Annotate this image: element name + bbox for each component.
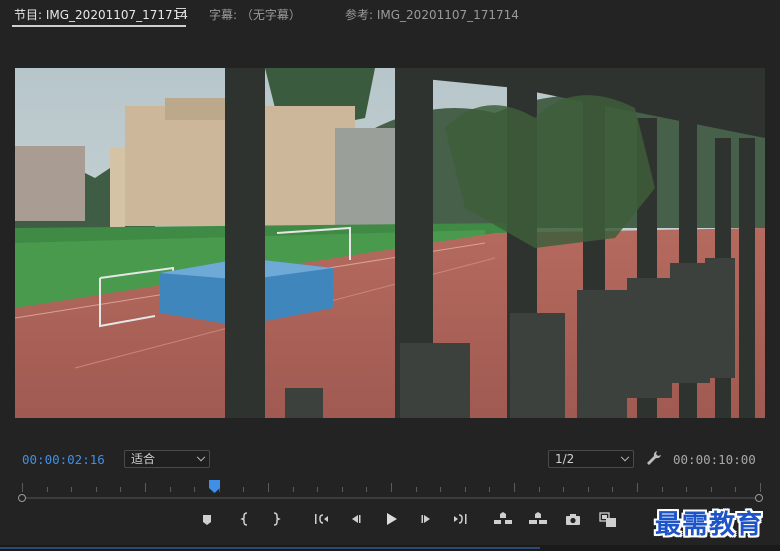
tab-reference[interactable]: 参考: IMG_20201107_171714 (345, 6, 519, 23)
fit-zoom-select[interactable]: 适合 (124, 450, 210, 468)
ruler-tick (71, 487, 72, 492)
ruler-tick (243, 487, 244, 492)
comparison-view-button[interactable] (597, 512, 619, 532)
step-forward-icon (421, 515, 430, 523)
video-frame-image (15, 68, 765, 418)
ruler-tick (612, 487, 613, 492)
ruler-tick (317, 487, 318, 492)
ruler-tick (366, 487, 367, 492)
ruler-tick (514, 483, 515, 492)
play-button[interactable] (380, 512, 402, 532)
tab-captions[interactable]: 字幕: （无字幕） (209, 6, 301, 23)
mark-out-button[interactable] (265, 512, 287, 532)
ruler-tick (489, 487, 490, 492)
ruler-tick (293, 487, 294, 492)
mark-in-button[interactable] (234, 512, 256, 532)
wrench-icon[interactable] (646, 450, 662, 466)
zoom-scrollbar[interactable] (18, 494, 763, 502)
add-marker-button[interactable] (196, 512, 218, 532)
hamburger-menu-icon[interactable] (176, 8, 186, 17)
play-icon (387, 513, 397, 525)
watermark-logo: 最需教育 (655, 510, 764, 540)
marker-icon (203, 515, 211, 525)
ruler-tick (440, 487, 441, 492)
step-back-icon (352, 515, 361, 523)
go-to-out-button[interactable] (449, 512, 471, 532)
mark-in-icon (240, 512, 248, 526)
ruler-tick (711, 487, 712, 492)
ruler-tick (539, 487, 540, 492)
chevron-down-icon (196, 452, 206, 462)
lift-icon (494, 512, 512, 524)
ruler-tick (662, 487, 663, 492)
go-to-in-icon (315, 514, 328, 524)
ruler-tick (47, 487, 48, 492)
ruler-tick (686, 487, 687, 492)
ruler-tick (465, 487, 466, 492)
step-forward-button[interactable] (415, 512, 437, 532)
program-monitor-video-frame[interactable] (15, 68, 765, 418)
ruler-tick (22, 483, 23, 492)
ruler-tick (120, 487, 121, 492)
scrollbar-right-handle[interactable] (755, 494, 763, 502)
active-tab-indicator (12, 25, 186, 27)
step-back-button[interactable] (345, 512, 367, 532)
ruler-tick (268, 483, 269, 492)
go-to-out-icon (454, 514, 467, 524)
ruler-tick (637, 483, 638, 492)
playhead-handle[interactable] (209, 478, 220, 493)
playback-resolution-select[interactable]: 1/2 (548, 450, 634, 468)
panel-bottom-edge (0, 545, 780, 551)
ruler-tick (760, 483, 761, 492)
ruler-tick (342, 487, 343, 492)
export-frame-button[interactable] (562, 512, 584, 532)
ruler-tick (145, 483, 146, 492)
chevron-down-icon (620, 452, 630, 462)
ruler-tick (96, 487, 97, 492)
ruler-tick (735, 487, 736, 492)
camera-icon (566, 514, 580, 525)
current-timecode[interactable]: 00:00:02:16 (22, 452, 105, 467)
ruler-tick (194, 487, 195, 492)
ruler-tick (416, 487, 417, 492)
ruler-tick (563, 487, 564, 492)
monitor-tab-bar: 节目: IMG_20201107_171714 字幕: （无字幕） 参考: IM… (0, 0, 780, 30)
ruler-tick (588, 487, 589, 492)
go-to-in-button[interactable] (311, 512, 333, 532)
ruler-tick (170, 487, 171, 492)
duration-timecode: 00:00:10:00 (673, 452, 756, 467)
lift-button[interactable] (492, 512, 514, 532)
fit-zoom-value: 适合 (131, 452, 156, 466)
playback-resolution-value: 1/2 (555, 452, 575, 466)
ruler-tick (391, 483, 392, 492)
time-ruler[interactable] (22, 480, 761, 492)
scrollbar-track (22, 497, 759, 499)
tab-program[interactable]: 节目: IMG_20201107_171714 (14, 6, 188, 23)
extract-button[interactable] (527, 512, 549, 532)
mark-out-icon (273, 512, 281, 526)
scrollbar-left-handle[interactable] (18, 494, 26, 502)
comparison-icon (599, 512, 616, 527)
extract-icon (529, 512, 547, 524)
